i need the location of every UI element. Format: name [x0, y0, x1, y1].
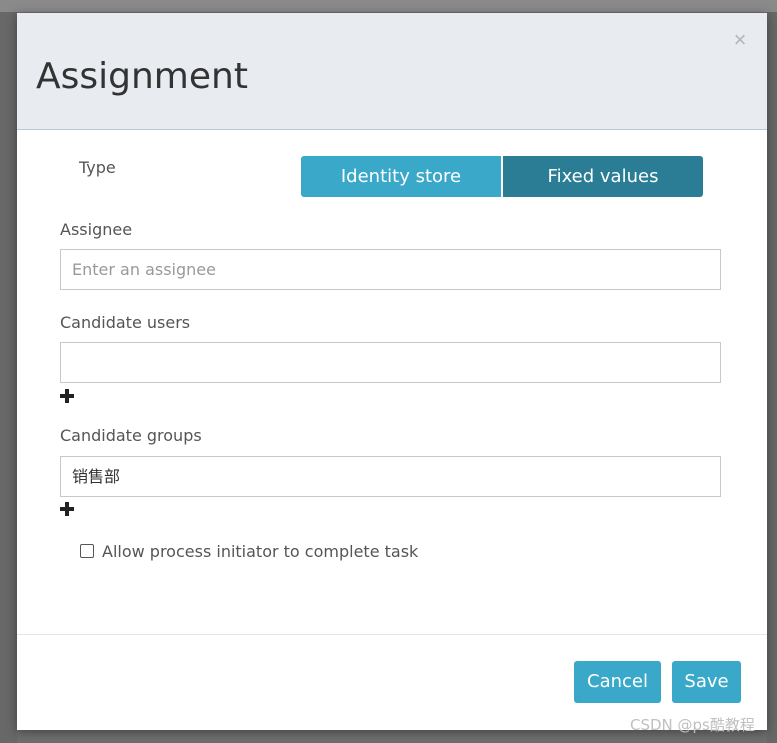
candidate-groups-input[interactable]: 销售部: [60, 456, 721, 497]
candidate-users-input[interactable]: [60, 342, 721, 383]
background-left: [0, 12, 17, 743]
watermark: CSDN @ps酷教程: [630, 716, 755, 734]
save-button[interactable]: Save: [672, 661, 741, 703]
assignee-placeholder: Enter an assignee: [72, 260, 216, 279]
footer-divider: [17, 634, 767, 635]
type-option-fixed-values[interactable]: Fixed values: [503, 156, 703, 197]
dialog-header: Assignment ×: [17, 13, 767, 130]
assignee-input[interactable]: Enter an assignee: [60, 249, 721, 290]
assignee-label: Assignee: [60, 220, 133, 239]
background-right: [767, 12, 777, 743]
candidate-groups-label: Candidate groups: [60, 426, 202, 445]
type-option-identity-store[interactable]: Identity store: [301, 156, 501, 197]
allow-initiator-checkbox[interactable]: [80, 544, 94, 558]
add-candidate-group-plus-icon[interactable]: [60, 502, 74, 516]
add-candidate-user-plus-icon[interactable]: [60, 389, 74, 403]
cancel-button[interactable]: Cancel: [574, 661, 661, 703]
candidate-users-label: Candidate users: [60, 313, 191, 332]
type-label: Type: [79, 158, 116, 177]
dialog-title: Assignment: [36, 56, 248, 97]
close-icon[interactable]: ×: [731, 29, 749, 51]
assignment-dialog: Assignment × Type Identity store Fixed v…: [17, 13, 767, 730]
allow-initiator-label[interactable]: Allow process initiator to complete task: [102, 542, 418, 561]
background-strip-top: [0, 0, 777, 12]
